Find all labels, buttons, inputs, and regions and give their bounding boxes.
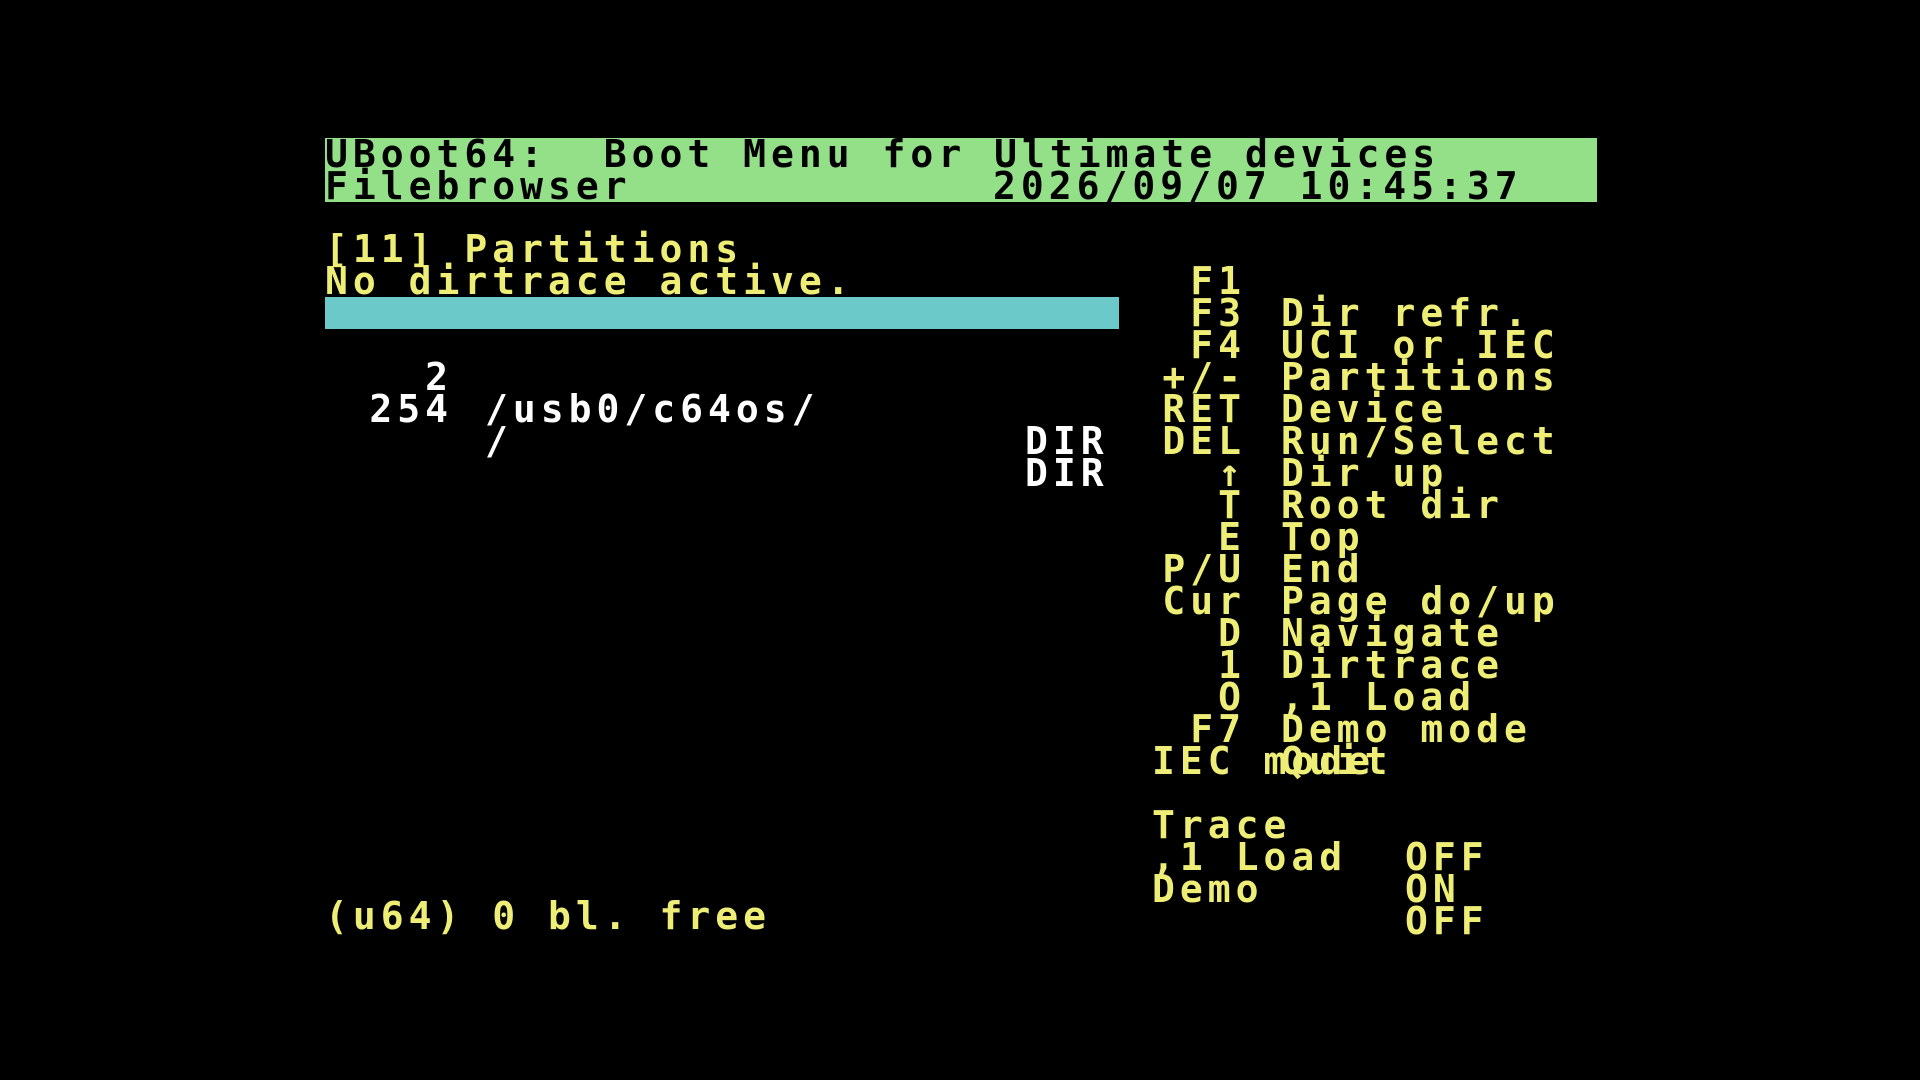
help-row-run-select: RET Run/Select [0,361,1920,460]
help-row-root-dir: ↑ Root dir [0,425,1920,524]
help-row-navigate: Cur Navigate [0,553,1920,652]
help-row-partitions: F4 Partitions [0,297,1920,396]
status-load: ,1 Load ON [0,809,1920,908]
help-row-uci-iec: F3 UCI or IEC [0,265,1920,364]
help-row-dir-refresh: F1 Dir refr. [0,233,1920,332]
help-row-dir-up: DEL Dir up [0,393,1920,492]
help-row-dirtrace: D Dirtrace [0,585,1920,684]
status-value: OFF [1405,899,1489,943]
status-demo: Demo OFF [0,841,1920,940]
status-trace: Trace OFF [0,777,1920,876]
help-row-quit: F7 Quit [0,681,1920,780]
free-space: (u64) 0 bl. free [325,894,772,938]
help-row-load: 1 ,1 Load [0,617,1920,716]
help-row-demo: O Demo mode [0,649,1920,748]
header-bar: UBoot64: Boot Menu for Ultimate devices … [325,135,1597,208]
datetime: 2026/09/07 10:45:37 [993,164,1523,208]
status-label: Demo [1152,867,1264,911]
help-row-page: P/U Page do/up [0,521,1920,620]
status-mode: IEC mode [1152,739,1376,783]
screen-name: Filebrowser [325,164,632,208]
help-row-end: E End [0,489,1920,588]
c64-screen: UBoot64: Boot Menu for Ultimate devices … [0,0,1920,1080]
help-row-top: T Top [0,457,1920,556]
help-row-device: +/- Device [0,329,1920,428]
